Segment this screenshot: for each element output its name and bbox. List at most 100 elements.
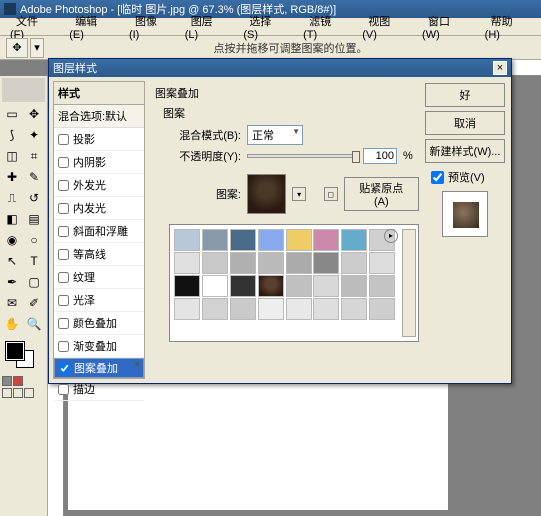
color-swatches[interactable] — [2, 340, 45, 372]
opacity-slider[interactable] — [247, 154, 357, 158]
style-item-4[interactable]: 斜面和浮雕 — [54, 220, 144, 243]
pen-tool-icon[interactable]: ✒ — [2, 272, 22, 292]
menu-layer[interactable]: 图层(L) — [179, 12, 236, 42]
cancel-button[interactable]: 取消 — [425, 111, 505, 135]
ok-button[interactable]: 好 — [425, 83, 505, 107]
pattern-swatch[interactable] — [174, 298, 200, 320]
stamp-tool-icon[interactable]: ⎍ — [2, 188, 22, 208]
style-item-7[interactable]: 光泽 — [54, 289, 144, 312]
pattern-swatch[interactable] — [313, 229, 339, 251]
zoom-tool-icon[interactable]: 🔍 — [24, 314, 44, 334]
style-item-1[interactable]: 内阴影 — [54, 151, 144, 174]
dialog-titlebar[interactable]: 图层样式 × — [49, 59, 511, 77]
style-checkbox[interactable] — [58, 180, 69, 191]
marquee-tool-icon[interactable]: ▭ — [2, 104, 22, 124]
preview-checkbox[interactable] — [431, 171, 444, 184]
style-checkbox[interactable] — [58, 249, 69, 260]
notes-tool-icon[interactable]: ✉ — [2, 293, 22, 313]
style-checkbox[interactable] — [58, 384, 69, 395]
menu-edit[interactable]: 编辑(E) — [63, 12, 121, 42]
type-tool-icon[interactable]: T — [24, 251, 44, 271]
style-checkbox[interactable] — [58, 341, 69, 352]
fg-color-icon[interactable] — [6, 342, 24, 360]
pattern-swatch[interactable] — [202, 275, 228, 297]
pattern-swatch[interactable] — [313, 298, 339, 320]
pattern-swatch[interactable] — [286, 275, 312, 297]
screenmode-3-icon[interactable] — [24, 388, 34, 398]
style-item-6[interactable]: 纹理 — [54, 266, 144, 289]
gradient-tool-icon[interactable]: ▤ — [24, 209, 44, 229]
pattern-swatch[interactable] — [258, 229, 284, 251]
pattern-swatch[interactable] — [174, 252, 200, 274]
hand-tool-icon[interactable]: ✋ — [2, 314, 22, 334]
pattern-swatch[interactable] — [313, 252, 339, 274]
pattern-swatch[interactable] — [230, 275, 256, 297]
pattern-swatch[interactable] — [341, 229, 367, 251]
quickmask-on-icon[interactable] — [13, 376, 23, 386]
crop-tool-icon[interactable]: ◫ — [2, 146, 22, 166]
pattern-preview[interactable] — [247, 174, 286, 214]
style-checkbox[interactable] — [58, 318, 69, 329]
style-checkbox[interactable] — [59, 363, 70, 374]
pattern-menu-icon[interactable]: ▸ — [384, 229, 398, 243]
shape-tool-icon[interactable]: ▢ — [24, 272, 44, 292]
dodge-tool-icon[interactable]: ○ — [24, 230, 44, 250]
style-item-10[interactable]: 图案叠加 — [54, 358, 144, 378]
move-tool-icon[interactable]: ✥ — [6, 38, 28, 58]
style-item-11[interactable]: 描边 — [54, 378, 144, 401]
menu-select[interactable]: 选择(S) — [237, 12, 295, 42]
pattern-swatch[interactable] — [341, 298, 367, 320]
snap-origin-button[interactable]: 贴紧原点(A) — [344, 177, 419, 211]
pattern-swatch[interactable] — [369, 275, 395, 297]
lasso-tool-icon[interactable]: ⟆ — [2, 125, 22, 145]
pattern-swatch[interactable] — [286, 252, 312, 274]
blend-mode-select[interactable]: 正常 — [247, 125, 303, 145]
pattern-swatch[interactable] — [230, 252, 256, 274]
menu-view[interactable]: 视图(V) — [356, 12, 414, 42]
pattern-swatch[interactable] — [202, 298, 228, 320]
menu-filter[interactable]: 滤镜(T) — [297, 12, 354, 42]
pattern-swatch[interactable] — [258, 275, 284, 297]
heal-tool-icon[interactable]: ✚ — [2, 167, 22, 187]
pattern-swatch[interactable] — [202, 252, 228, 274]
pattern-scrollbar[interactable] — [402, 229, 416, 337]
style-checkbox[interactable] — [58, 226, 69, 237]
screenmode-2-icon[interactable] — [13, 388, 23, 398]
style-item-9[interactable]: 渐变叠加 — [54, 335, 144, 358]
pattern-swatch[interactable] — [369, 298, 395, 320]
opacity-input[interactable]: 100 — [363, 148, 397, 164]
brush-tool-icon[interactable]: ✎ — [24, 167, 44, 187]
wand-tool-icon[interactable]: ✦ — [24, 125, 44, 145]
move-tool-icon[interactable]: ✥ — [24, 104, 44, 124]
new-pattern-icon[interactable]: ◻ — [324, 187, 338, 201]
pattern-swatch[interactable] — [341, 252, 367, 274]
pattern-swatch[interactable] — [258, 252, 284, 274]
pattern-swatch[interactable] — [341, 275, 367, 297]
close-icon[interactable]: × — [493, 61, 507, 75]
history-brush-icon[interactable]: ↺ — [24, 188, 44, 208]
style-item-2[interactable]: 外发光 — [54, 174, 144, 197]
style-checkbox[interactable] — [58, 272, 69, 283]
eyedrop-tool-icon[interactable]: ✐ — [24, 293, 44, 313]
screenmode-1-icon[interactable] — [2, 388, 12, 398]
path-tool-icon[interactable]: ↖ — [2, 251, 22, 271]
menu-help[interactable]: 帮助(H) — [479, 12, 537, 42]
blur-tool-icon[interactable]: ◉ — [2, 230, 22, 250]
eraser-tool-icon[interactable]: ◧ — [2, 209, 22, 229]
pattern-swatch[interactable] — [313, 275, 339, 297]
menu-image[interactable]: 图像(I) — [123, 12, 177, 42]
pattern-swatch[interactable] — [286, 229, 312, 251]
pattern-swatch[interactable] — [230, 298, 256, 320]
pattern-swatch[interactable] — [230, 229, 256, 251]
dropdown-icon[interactable]: ▾ — [30, 38, 44, 58]
pattern-swatch[interactable] — [286, 298, 312, 320]
pattern-swatch[interactable] — [174, 275, 200, 297]
slice-tool-icon[interactable]: ⌗ — [24, 146, 44, 166]
pattern-swatch[interactable] — [258, 298, 284, 320]
new-style-button[interactable]: 新建样式(W)... — [425, 139, 505, 163]
pattern-swatch[interactable] — [202, 229, 228, 251]
style-item-5[interactable]: 等高线 — [54, 243, 144, 266]
pattern-picker-icon[interactable]: ▾ — [292, 187, 306, 201]
style-item-0[interactable]: 投影 — [54, 128, 144, 151]
quickmask-off-icon[interactable] — [2, 376, 12, 386]
